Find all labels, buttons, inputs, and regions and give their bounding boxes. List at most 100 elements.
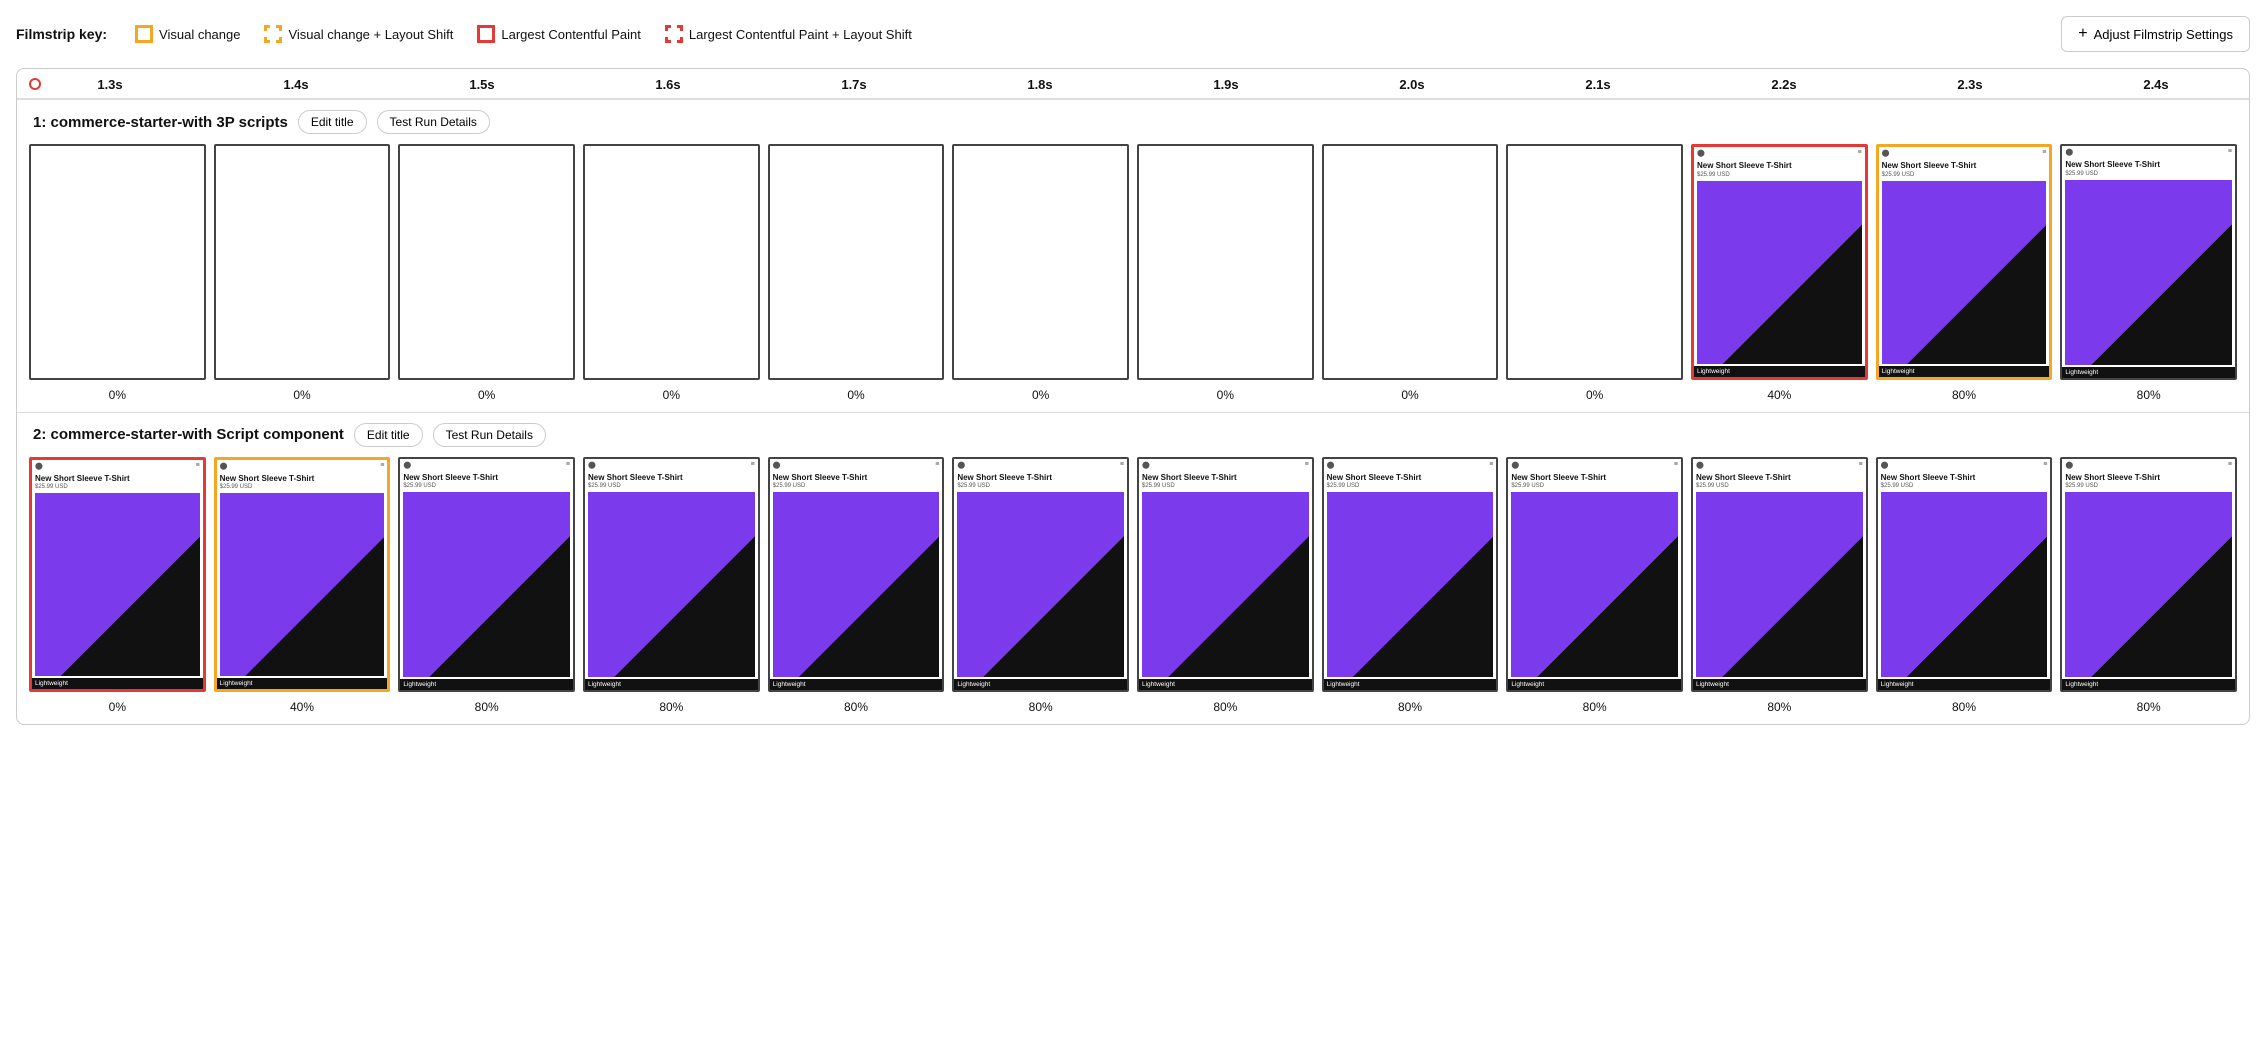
legend-lcp-icon (477, 25, 495, 43)
product-image (2065, 492, 2232, 677)
product-title: New Short Sleeve T-Shirt (1508, 471, 1681, 483)
frame-pct-s2-f6: 80% (948, 698, 1133, 714)
section-2-test-run-details-button[interactable]: Test Run Details (433, 423, 546, 447)
frame-cell-s1-f7 (1133, 142, 1318, 386)
frame-thumbnail-s1-f4 (583, 144, 760, 380)
frame-cell-s1-f12: ⬤ ≡ New Short Sleeve T-Shirt $25.99 USD … (2056, 142, 2241, 386)
menu-icon: ≡ (380, 462, 384, 470)
camera-icon: ⬤ (1697, 149, 1705, 157)
camera-icon: ⬤ (1882, 149, 1890, 157)
product-image (220, 493, 385, 676)
legend-lcp-layout-shift-label: Largest Contentful Paint + Layout Shift (689, 27, 912, 42)
frame-cell-s2-f5: ⬤ ≡ New Short Sleeve T-Shirt $25.99 USD … (764, 455, 949, 699)
menu-icon: ≡ (751, 461, 755, 469)
product-title: New Short Sleeve T-Shirt (1879, 159, 2050, 171)
product-card-header: ⬤ ≡ (954, 459, 1127, 471)
adjust-filmstrip-settings-button[interactable]: + Adjust Filmstrip Settings (2061, 16, 2250, 52)
frame-pct-s1-f10: 40% (1687, 386, 1872, 402)
product-image (1882, 181, 2047, 364)
frame-cell-s1-f3 (394, 142, 579, 386)
product-title: New Short Sleeve T-Shirt (1139, 471, 1312, 483)
menu-icon: ≡ (566, 461, 570, 469)
camera-icon: ⬤ (773, 461, 781, 469)
frame-thumbnail-s2-f3: ⬤ ≡ New Short Sleeve T-Shirt $25.99 USD … (398, 457, 575, 693)
section-1-edit-title-button[interactable]: Edit title (298, 110, 367, 134)
product-image (1696, 492, 1863, 677)
product-image (773, 492, 940, 677)
frame-cell-s2-f1: ⬤ ≡ New Short Sleeve T-Shirt $25.99 USD … (25, 455, 210, 699)
frame-pct-s2-f4: 80% (579, 698, 764, 714)
product-footer: Lightweight (1879, 366, 2050, 377)
menu-icon: ≡ (1674, 461, 1678, 469)
frame-cell-s2-f9: ⬤ ≡ New Short Sleeve T-Shirt $25.99 USD … (1502, 455, 1687, 699)
timeline-tick-10: 2.3s (1877, 77, 2063, 92)
frame-cell-s2-f12: ⬤ ≡ New Short Sleeve T-Shirt $25.99 USD … (2056, 455, 2241, 699)
adjust-btn-label: Adjust Filmstrip Settings (2094, 27, 2233, 42)
legend-lcp-layout-shift: Largest Contentful Paint + Layout Shift (665, 25, 912, 43)
frame-pct-s2-f8: 80% (1318, 698, 1503, 714)
frame-cell-s1-f1 (25, 142, 210, 386)
product-card: ⬤ ≡ New Short Sleeve T-Shirt $25.99 USD … (1693, 459, 1866, 691)
section-1-frames: ⬤ ≡ New Short Sleeve T-Shirt $25.99 USD … (17, 142, 2249, 386)
product-card: ⬤ ≡ New Short Sleeve T-Shirt $25.99 USD … (2062, 146, 2235, 378)
product-price: $25.99 USD (585, 482, 758, 490)
frame-pct-s1-f3: 0% (394, 386, 579, 402)
frame-pct-s1-f7: 0% (1133, 386, 1318, 402)
product-card: ⬤ ≡ New Short Sleeve T-Shirt $25.99 USD … (2062, 459, 2235, 691)
frame-cell-s2-f6: ⬤ ≡ New Short Sleeve T-Shirt $25.99 USD … (948, 455, 1133, 699)
menu-icon: ≡ (2043, 461, 2047, 469)
timeline-tick-11: 2.4s (2063, 77, 2249, 92)
product-footer: Lightweight (217, 678, 388, 689)
frame-cell-s2-f10: ⬤ ≡ New Short Sleeve T-Shirt $25.99 USD … (1687, 455, 1872, 699)
product-title: New Short Sleeve T-Shirt (2062, 471, 2235, 483)
product-card: ⬤ ≡ New Short Sleeve T-Shirt $25.99 USD … (1694, 147, 1865, 377)
product-footer: Lightweight (1878, 679, 2051, 690)
product-image (1697, 181, 1862, 364)
product-image (588, 492, 755, 677)
frame-pct-s1-f12: 80% (2056, 386, 2241, 402)
frame-pct-s2-f5: 80% (764, 698, 949, 714)
product-image (403, 492, 570, 677)
product-title: New Short Sleeve T-Shirt (585, 471, 758, 483)
menu-icon: ≡ (1858, 149, 1862, 157)
section-2-edit-title-button[interactable]: Edit title (354, 423, 423, 447)
menu-icon: ≡ (1305, 461, 1309, 469)
product-price: $25.99 USD (2062, 170, 2235, 178)
product-card-header: ⬤ ≡ (1324, 459, 1497, 471)
product-price: $25.99 USD (2062, 482, 2235, 490)
product-card-header: ⬤ ≡ (1693, 459, 1866, 471)
product-card: ⬤ ≡ New Short Sleeve T-Shirt $25.99 USD … (1324, 459, 1497, 691)
product-price: $25.99 USD (400, 482, 573, 490)
frame-thumbnail-s2-f7: ⬤ ≡ New Short Sleeve T-Shirt $25.99 USD … (1137, 457, 1314, 693)
frame-pct-s2-f2: 40% (210, 698, 395, 714)
timeline-start-dot (29, 78, 41, 90)
timeline-header: 1.3s 1.4s 1.5s 1.6s 1.7s 1.8s 1.9s 2.0s … (17, 69, 2249, 99)
frame-thumbnail-s1-f3 (398, 144, 575, 380)
frame-cell-s2-f7: ⬤ ≡ New Short Sleeve T-Shirt $25.99 USD … (1133, 455, 1318, 699)
camera-icon: ⬤ (2065, 148, 2073, 156)
product-price: $25.99 USD (1878, 482, 2051, 490)
frame-thumbnail-s1-f9 (1506, 144, 1683, 380)
product-footer: Lightweight (400, 679, 573, 690)
frame-cell-s2-f3: ⬤ ≡ New Short Sleeve T-Shirt $25.99 USD … (394, 455, 579, 699)
product-title: New Short Sleeve T-Shirt (1324, 471, 1497, 483)
frame-cell-s2-f8: ⬤ ≡ New Short Sleeve T-Shirt $25.99 USD … (1318, 455, 1503, 699)
camera-icon: ⬤ (220, 462, 228, 470)
frame-cell-s2-f11: ⬤ ≡ New Short Sleeve T-Shirt $25.99 USD … (1872, 455, 2057, 699)
product-price: $25.99 USD (1139, 482, 1312, 490)
plus-icon: + (2078, 25, 2087, 43)
legend-visual-change: Visual change (135, 25, 240, 43)
section-2-header: 2: commerce-starter-with Script componen… (17, 413, 2249, 455)
camera-icon: ⬤ (957, 461, 965, 469)
legend-row: Filmstrip key: Visual change Visual chan… (16, 16, 2250, 52)
frame-pct-s1-f6: 0% (948, 386, 1133, 402)
product-footer: Lightweight (32, 678, 203, 689)
frame-thumbnail-s2-f12: ⬤ ≡ New Short Sleeve T-Shirt $25.99 USD … (2060, 457, 2237, 693)
filmstrip-section-2: 2: commerce-starter-with Script componen… (17, 412, 2249, 725)
timeline-tick-6: 1.9s (1133, 77, 1319, 92)
frame-pct-s1-f4: 0% (579, 386, 764, 402)
section-1-test-run-details-button[interactable]: Test Run Details (377, 110, 490, 134)
frame-cell-s2-f2: ⬤ ≡ New Short Sleeve T-Shirt $25.99 USD … (210, 455, 395, 699)
product-price: $25.99 USD (1324, 482, 1497, 490)
timeline-tick-7: 2.0s (1319, 77, 1505, 92)
